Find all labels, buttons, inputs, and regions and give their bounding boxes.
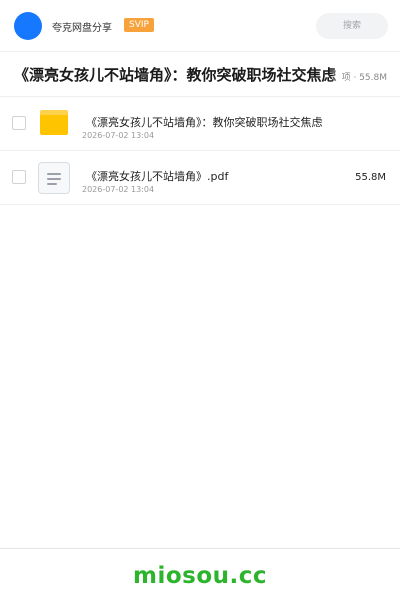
document-icon bbox=[38, 162, 70, 194]
site-watermark: miosou.cc bbox=[132, 563, 268, 589]
share-meta: 项 · 55.8M bbox=[331, 70, 387, 83]
top-bar: 夸克网盘分享 SVIP 搜索 bbox=[0, 0, 400, 52]
avatar[interactable] bbox=[14, 12, 42, 40]
username[interactable]: 夸克网盘分享 bbox=[52, 19, 112, 34]
file-row-pdf[interactable]: 《漂亮女孩儿不站墙角》.pdf 2026-07-02 13:04 55.8M bbox=[0, 151, 400, 205]
share-title: 《漂亮女孩儿不站墙角》：教你突破职场社交焦虑 bbox=[14, 66, 337, 84]
folder-icon bbox=[40, 110, 68, 135]
select-checkbox[interactable] bbox=[12, 170, 26, 184]
share-title-row: 《漂亮女孩儿不站墙角》：教你突破职场社交焦虑 项 · 55.8M bbox=[0, 52, 400, 97]
file-name[interactable]: 《漂亮女孩儿不站墙角》：教你突破职场社交焦虑 bbox=[86, 114, 323, 130]
svip-badge: SVIP bbox=[124, 18, 154, 32]
search-box[interactable]: 搜索 bbox=[316, 13, 388, 39]
file-name[interactable]: 《漂亮女孩儿不站墙角》.pdf bbox=[86, 168, 228, 184]
file-size: 55.8M bbox=[355, 172, 386, 183]
select-checkbox[interactable] bbox=[12, 116, 26, 130]
file-row-folder[interactable]: 《漂亮女孩儿不站墙角》：教你突破职场社交焦虑 2026-07-02 13:04 bbox=[0, 97, 400, 151]
file-date: 2026-07-02 13:04 bbox=[82, 131, 155, 140]
footer: miosou.cc bbox=[0, 548, 400, 600]
file-date: 2026-07-02 13:04 bbox=[82, 185, 155, 194]
